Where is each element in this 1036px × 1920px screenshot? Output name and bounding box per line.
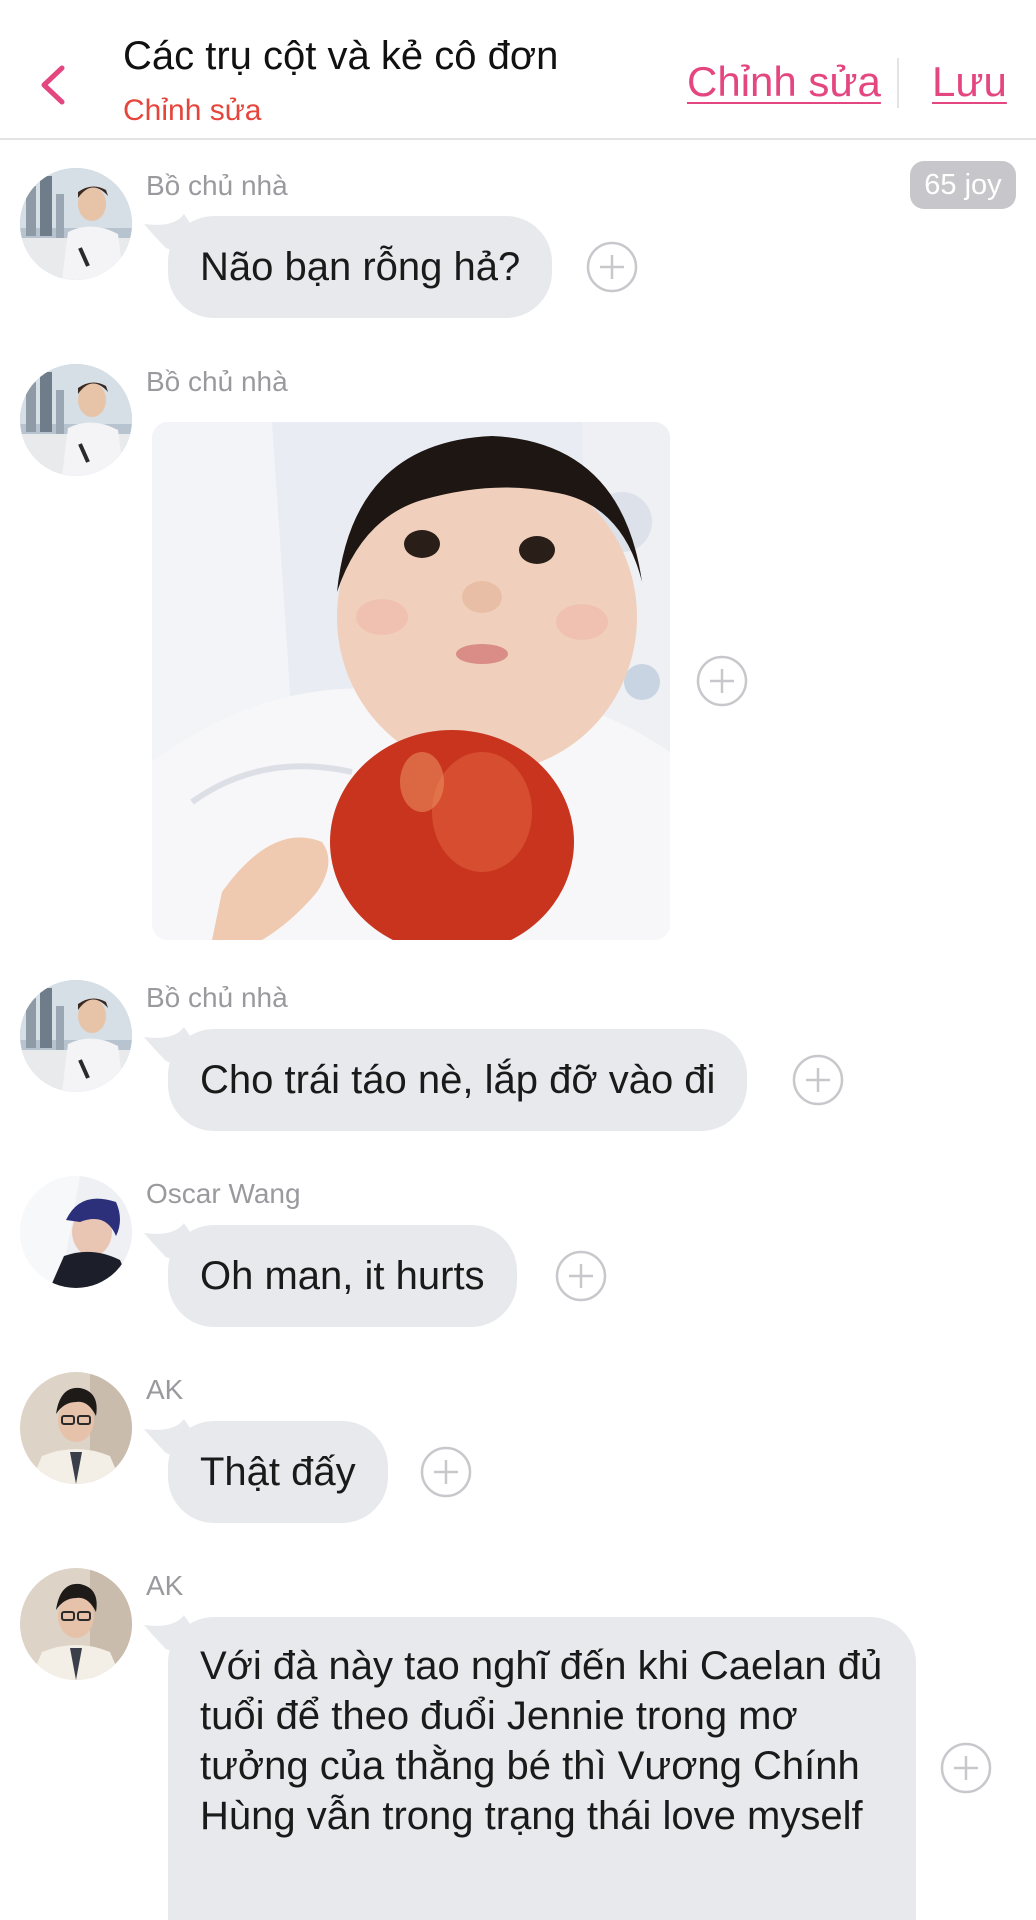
- back-button[interactable]: [30, 50, 78, 120]
- message-bubble[interactable]: Não bạn rỗng hả?: [168, 216, 553, 318]
- avatar-image: [20, 364, 132, 476]
- sender-name: Bồ chủ nhà: [146, 170, 288, 201]
- avatar-image: [20, 980, 132, 1092]
- chevron-left-icon: [41, 65, 65, 105]
- baby-with-apple-photo: [152, 422, 670, 940]
- page-subtitle[interactable]: Chỉnh sửa: [123, 94, 262, 128]
- header-bar: Các trụ cột và kẻ cô đơn Chỉnh sửa Chỉnh…: [0, 0, 1036, 140]
- sender-name: Bồ chủ nhà: [146, 982, 288, 1013]
- message-bubble[interactable]: Oh man, it hurts: [168, 1225, 517, 1327]
- chat-screen: Các trụ cột và kẻ cô đơn Chỉnh sửa Chỉnh…: [0, 0, 1036, 1920]
- plus-circle-icon[interactable]: [792, 1054, 844, 1106]
- avatar-oscar-wang[interactable]: [20, 1176, 132, 1288]
- sender-name: Bồ chủ nhà: [146, 366, 288, 397]
- plus-circle-icon[interactable]: [586, 241, 638, 293]
- sender-name: AK: [146, 1374, 184, 1405]
- avatar-image: [20, 1372, 132, 1484]
- avatar-bo-chu-nha[interactable]: [20, 980, 132, 1092]
- header-divider: [897, 58, 899, 108]
- plus-circle-icon[interactable]: [940, 1742, 992, 1794]
- plus-circle-icon[interactable]: [555, 1250, 607, 1302]
- plus-circle-icon[interactable]: [420, 1446, 472, 1498]
- avatar-image: [20, 1176, 132, 1288]
- sender-name: Oscar Wang: [146, 1178, 301, 1209]
- avatar-ak[interactable]: [20, 1372, 132, 1484]
- avatar-image: [20, 168, 132, 280]
- photo-message[interactable]: [152, 422, 670, 940]
- plus-circle-icon[interactable]: [696, 655, 748, 707]
- page-title: Các trụ cột và kẻ cô đơn: [123, 34, 559, 78]
- avatar-ak[interactable]: [20, 1568, 132, 1680]
- avatar-bo-chu-nha[interactable]: [20, 364, 132, 476]
- save-button[interactable]: Lưu: [932, 58, 1007, 106]
- sender-name: AK: [146, 1570, 184, 1601]
- message-bubble[interactable]: Thật đấy: [168, 1421, 388, 1523]
- joy-badge: 65 joy: [910, 161, 1016, 209]
- edit-button[interactable]: Chỉnh sửa: [687, 58, 881, 106]
- message-bubble[interactable]: Với đà này tao nghĩ đến khi Caelan đủ tu…: [168, 1617, 916, 1920]
- message-bubble[interactable]: Cho trái táo nè, lắp đỡ vào đi: [168, 1029, 748, 1131]
- avatar-image: [20, 1568, 132, 1680]
- avatar-bo-chu-nha[interactable]: [20, 168, 132, 280]
